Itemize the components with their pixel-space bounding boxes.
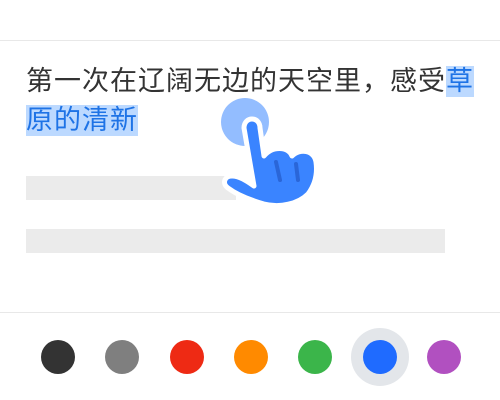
color-swatch-gray[interactable] — [93, 328, 151, 386]
green-swatch-dot — [298, 340, 332, 374]
color-swatch-purple[interactable] — [415, 328, 473, 386]
orange-swatch-dot — [234, 340, 268, 374]
tap-hand-icon — [222, 116, 319, 209]
color-swatch-red[interactable] — [158, 328, 216, 386]
text-placeholder-line — [26, 176, 236, 200]
color-palette — [0, 313, 500, 400]
color-swatch-orange[interactable] — [222, 328, 280, 386]
color-swatch-blue[interactable] — [351, 328, 409, 386]
text-highlight-screen: 第一次在辽阔无边的天空里，感受草原的清新 — [0, 0, 500, 400]
text-before-highlight: 第一次在辽阔无边的天空里，感受 — [26, 66, 446, 97]
black-swatch-dot — [41, 340, 75, 374]
gray-swatch-dot — [105, 340, 139, 374]
red-swatch-dot — [170, 340, 204, 374]
blue-swatch-dot — [363, 340, 397, 374]
text-placeholder-line — [26, 229, 445, 253]
color-swatch-black[interactable] — [29, 328, 87, 386]
color-swatch-green[interactable] — [286, 328, 344, 386]
purple-swatch-dot — [427, 340, 461, 374]
top-divider — [0, 40, 500, 41]
